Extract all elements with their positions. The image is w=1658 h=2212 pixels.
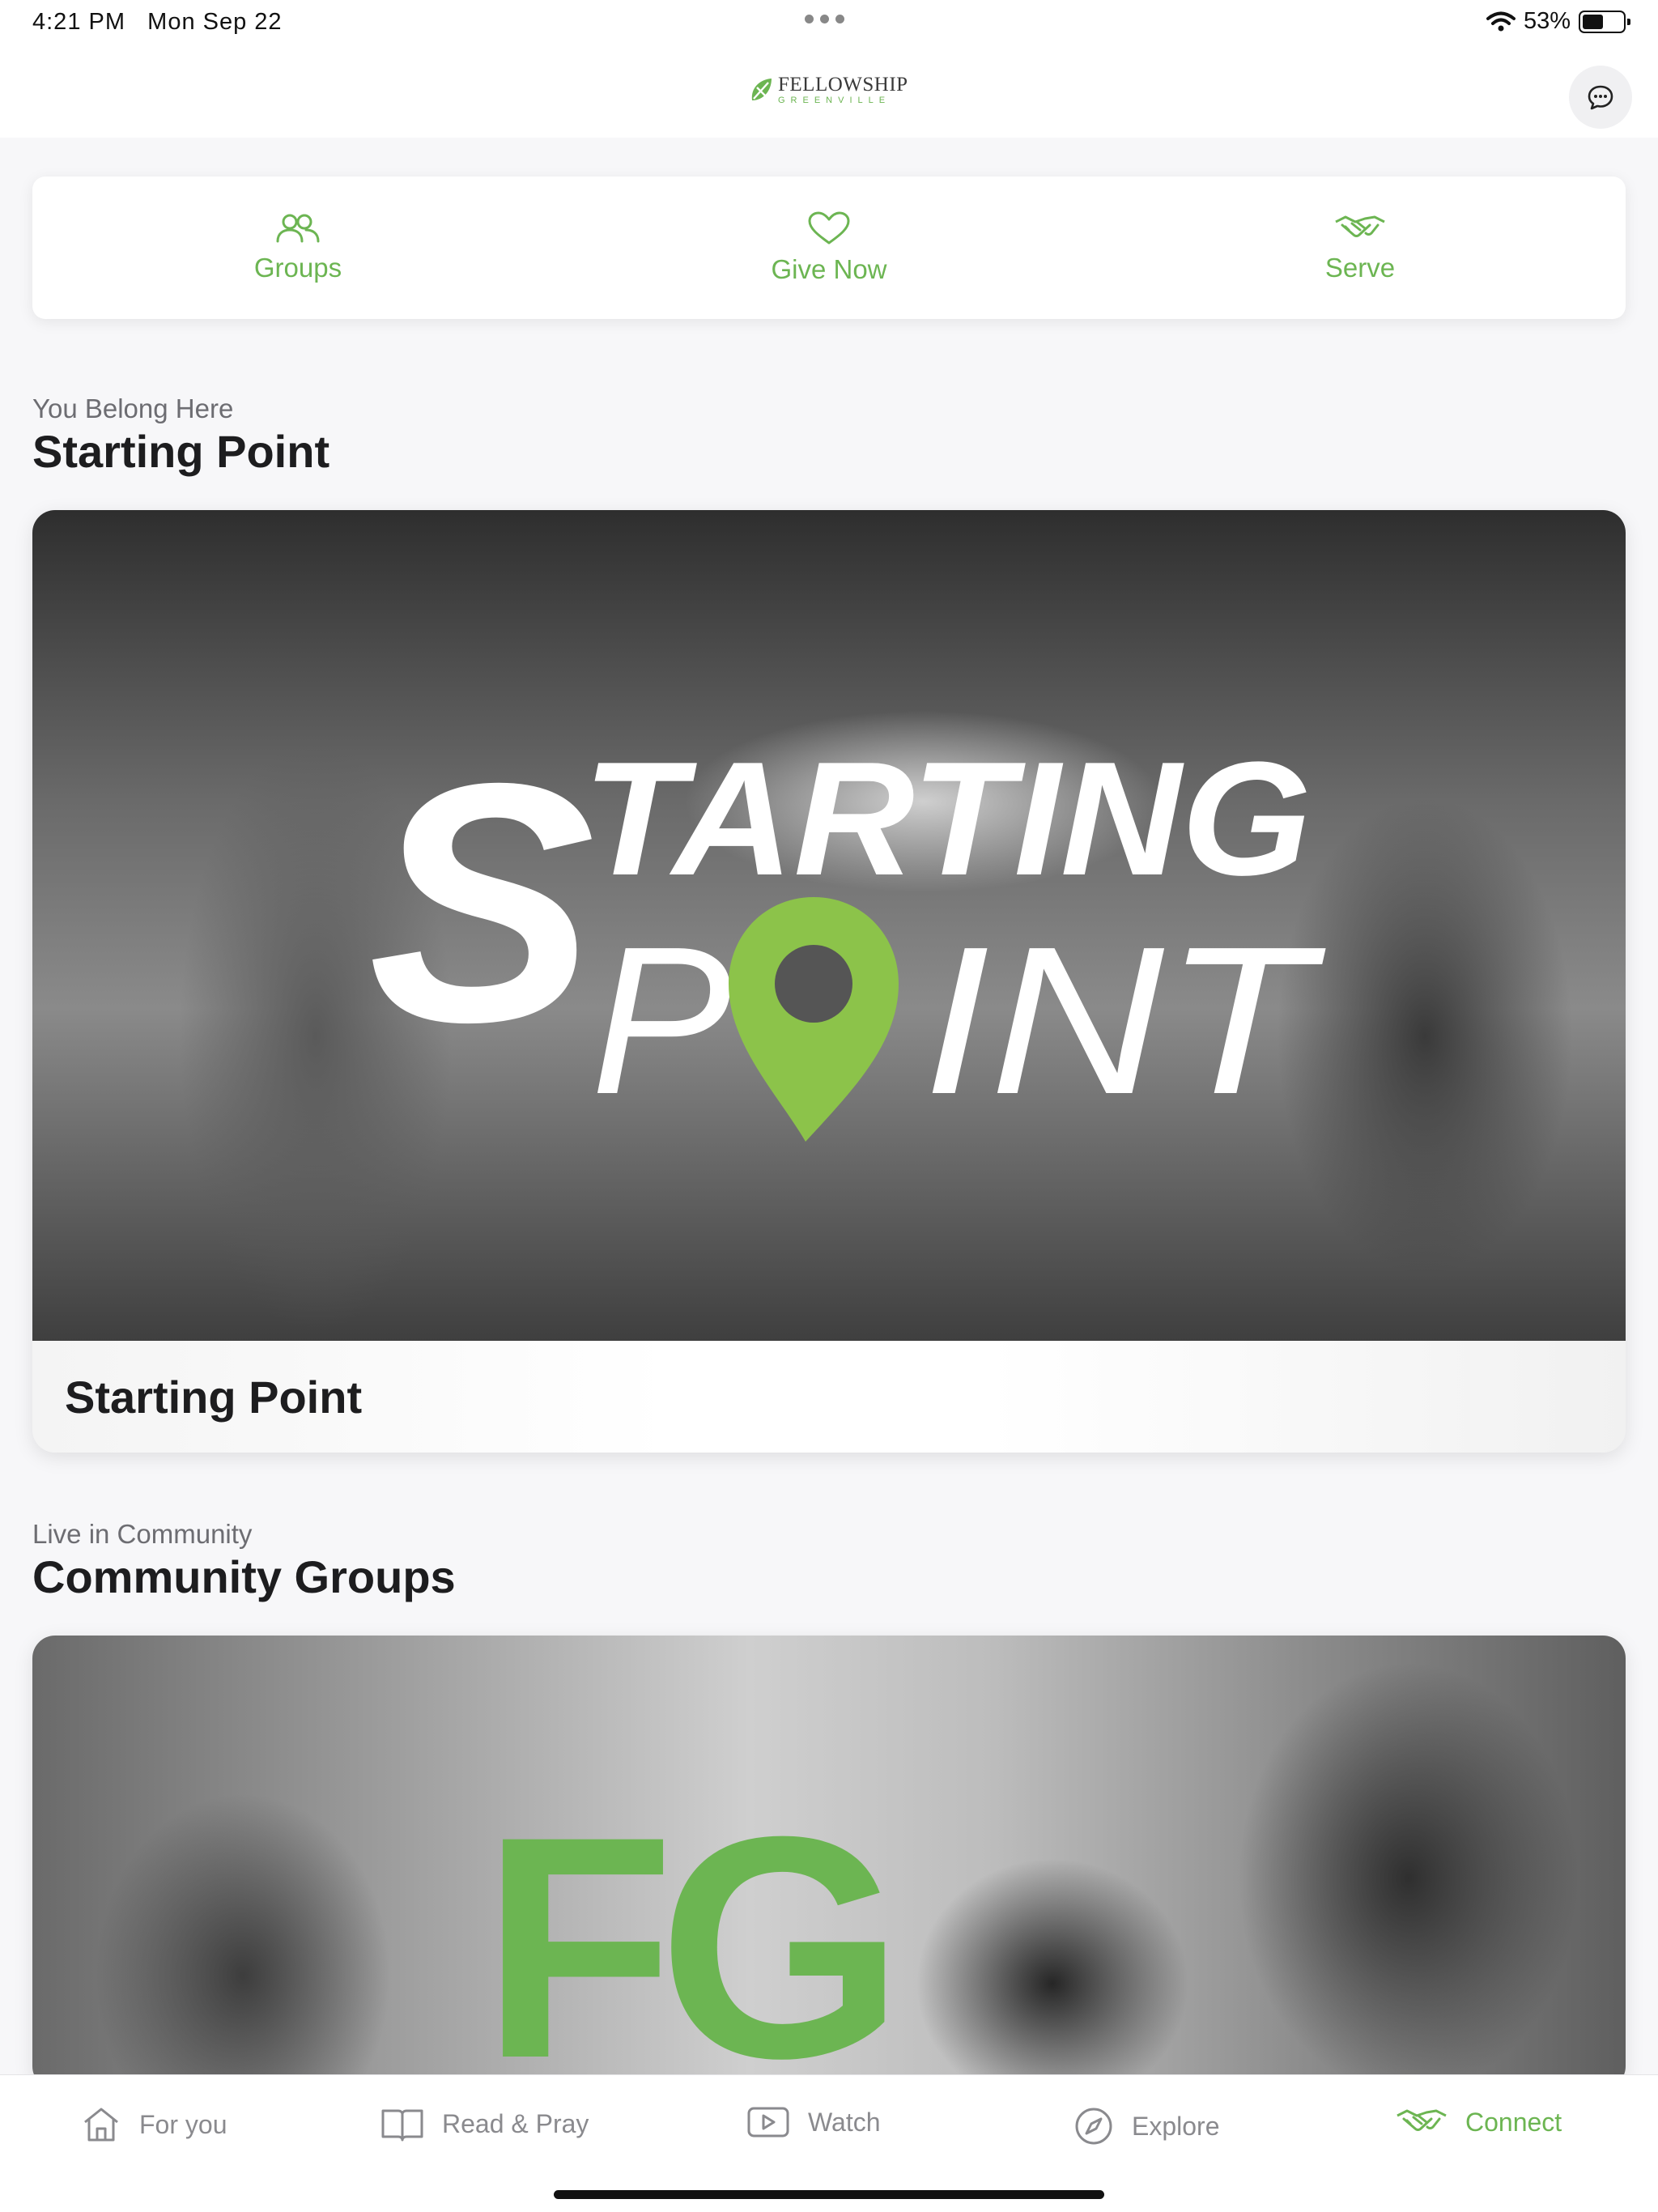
tab-bar: For you Read & Pray Watch Explore Connec… [0, 2074, 1658, 2212]
logo-text-primary: FELLOWSHIP [778, 74, 908, 96]
chat-button[interactable] [1569, 66, 1632, 129]
status-bar: 4:21 PM Mon Sep 22 53% [0, 0, 1658, 45]
starting-point-graphic-p: P [591, 904, 733, 1138]
church-logo[interactable]: FELLOWSHIP GREENVILLE [749, 74, 908, 105]
community-groups-card[interactable]: FG [32, 1636, 1626, 2089]
tab-label: For you [139, 2109, 227, 2139]
starting-point-image: S TARTING P INT [32, 510, 1626, 1341]
section-title: Community Groups [32, 1551, 456, 1602]
status-time: 4:21 PM Mon Sep 22 [32, 9, 283, 35]
quick-action-label: Groups [253, 253, 342, 283]
quick-action-label: Serve [1324, 253, 1396, 283]
section-title: Starting Point [32, 426, 330, 477]
book-icon [381, 2109, 423, 2142]
starting-point-card[interactable]: S TARTING P INT Starting Point [32, 510, 1626, 1453]
card-caption: Starting Point [32, 1341, 1626, 1453]
heart-icon [808, 211, 850, 245]
tab-connect[interactable]: Connect [1396, 2106, 1562, 2138]
starting-point-graphic-tarting: TARTING [583, 729, 1312, 909]
multitasking-dots-icon[interactable] [805, 15, 844, 23]
tab-label: Explore [1132, 2111, 1220, 2141]
chat-bubble-icon [1588, 85, 1613, 110]
compass-icon [1075, 2108, 1112, 2145]
tab-for-you[interactable]: For you [81, 2106, 227, 2143]
play-icon [747, 2107, 789, 2138]
community-groups-graphic: FG [482, 1771, 904, 2089]
quick-action-serve[interactable]: Serve [1095, 177, 1626, 319]
home-icon [84, 2108, 118, 2142]
tab-watch[interactable]: Watch [746, 2106, 881, 2138]
tab-label: Read & Pray [442, 2108, 589, 2138]
battery-percentage: 53% [1523, 8, 1571, 34]
home-indicator[interactable] [554, 2190, 1104, 2199]
handshake-icon [1397, 2109, 1447, 2131]
handshake-icon [1335, 215, 1385, 237]
tab-label: Watch [808, 2107, 881, 2137]
quick-actions-card: Groups Give Now Serve [32, 177, 1626, 319]
quick-action-groups[interactable]: Groups [32, 177, 563, 319]
section-eyebrow: Live in Community [32, 1519, 253, 1549]
starting-point-graphic-int: INT [923, 904, 1326, 1138]
starting-point-graphic: S TARTING P INT [368, 713, 1326, 1142]
tab-read-pray[interactable]: Read & Pray [380, 2106, 589, 2142]
tab-explore[interactable]: Explore [1073, 2106, 1220, 2146]
logo-text-secondary: GREENVILLE [778, 96, 891, 105]
app-header: FELLOWSHIP GREENVILLE [0, 45, 1658, 138]
quick-action-label: Give Now [771, 254, 887, 284]
status-indicators: 53% [1486, 8, 1630, 35]
community-groups-image: FG [32, 1636, 1626, 2089]
location-pin-hole [775, 945, 852, 1023]
leaf-icon [751, 79, 772, 100]
quick-action-give-now[interactable]: Give Now [563, 177, 1095, 319]
wifi-icon [1486, 11, 1516, 31]
groups-icon [276, 214, 320, 243]
starting-point-graphic-s: S [368, 713, 597, 1093]
tab-label: Connect [1465, 2107, 1562, 2137]
battery-icon [1579, 10, 1630, 33]
section-eyebrow: You Belong Here [32, 393, 234, 423]
